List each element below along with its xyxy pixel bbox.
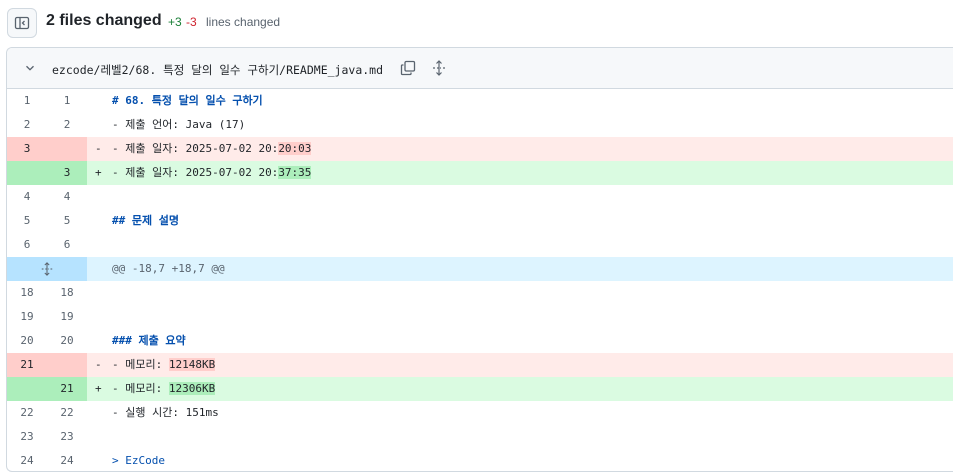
old-line-number <box>7 377 47 401</box>
code-line: - 제출 일자: 2025-07-02 20:37:35 <box>112 161 312 185</box>
new-line-number[interactable]: 23 <box>47 425 87 449</box>
new-line-number[interactable]: 24 <box>47 449 87 471</box>
diff-row: 5 5 ## 문제 설명 <box>7 209 953 233</box>
old-line-number[interactable]: 24 <box>7 449 47 471</box>
code-line: > EzCode <box>112 449 165 471</box>
code-line: ## 문제 설명 <box>112 209 179 233</box>
diff-row: 2 2 - 제출 언어: Java (17) <box>7 113 953 137</box>
files-changed-title: 2 files changed <box>46 12 162 29</box>
file-diff: ezcode/레벨2/68. 특정 달의 일수 구하기/README_java.… <box>6 47 953 472</box>
code-line: ### 제출 요약 <box>112 329 186 353</box>
unfold-icon <box>41 262 53 276</box>
diff-row: 24 24 > EzCode <box>7 449 953 471</box>
code-text: - 제출 일자: 2025-07-02 20: <box>112 142 279 155</box>
old-line-number[interactable]: 3 <box>7 137 47 161</box>
code-line: - 제출 일자: 2025-07-02 20:20:03 <box>112 137 312 161</box>
diff-row: 20 20 ### 제출 요약 <box>7 329 953 353</box>
deleted-word: 12148KB <box>168 358 216 371</box>
new-line-number[interactable]: 18 <box>47 281 87 305</box>
hunk-header-row: @@ -18,7 +18,7 @@ <box>7 257 953 281</box>
diff-row-deleted: 21 - - 메모리: 12148KB <box>7 353 953 377</box>
heading-text: ## 문제 설명 <box>112 214 179 227</box>
diff-marker: - <box>95 142 102 155</box>
heading-text: # 68. 특정 달의 일수 구하기 <box>112 94 263 107</box>
diff-row-deleted: 3 - - 제출 일자: 2025-07-02 20:20:03 <box>7 137 953 161</box>
copy-icon[interactable] <box>400 60 416 76</box>
deleted-word: 20:03 <box>278 142 312 155</box>
diff-row: 6 6 <box>7 233 953 257</box>
old-line-number[interactable]: 2 <box>7 113 47 137</box>
old-line-number[interactable]: 6 <box>7 233 47 257</box>
old-line-number[interactable]: 23 <box>7 425 47 449</box>
new-line-number[interactable]: 1 <box>47 89 87 113</box>
code-text: - 제출 일자: 2025-07-02 20: <box>112 166 279 179</box>
diff-marker: - <box>95 358 102 371</box>
old-line-number[interactable]: 18 <box>7 281 47 305</box>
file-path[interactable]: ezcode/레벨2/68. 특정 달의 일수 구하기/README_java.… <box>52 62 383 78</box>
code-line: - 제출 언어: Java (17) <box>112 118 246 131</box>
diff-row: 22 22 - 실행 시간: 151ms <box>7 401 953 425</box>
sidebar-panel-icon <box>14 16 30 30</box>
diff-row: 18 18 <box>7 281 953 305</box>
new-line-number[interactable]: 4 <box>47 185 87 209</box>
diff-row: 19 19 <box>7 305 953 329</box>
old-line-number[interactable]: 20 <box>7 329 47 353</box>
expand-hunk-button[interactable] <box>7 257 87 281</box>
sidebar-toggle-button[interactable] <box>7 8 37 38</box>
diff-table: 1 1 # 68. 특정 달의 일수 구하기 2 2 - 제출 언어: Java… <box>7 89 953 471</box>
code-text: - 메모리: <box>112 382 169 395</box>
new-line-number <box>47 137 87 161</box>
diff-marker: + <box>95 382 102 395</box>
diff-toolbar: 2 files changed +3 -3 lines changed <box>0 0 953 46</box>
additions-count: +3 <box>168 15 182 29</box>
new-line-number[interactable]: 6 <box>47 233 87 257</box>
diff-marker: + <box>95 166 102 179</box>
hunk-header: @@ -18,7 +18,7 @@ <box>112 262 225 275</box>
old-line-number <box>7 161 47 185</box>
lines-changed-label: lines changed <box>206 15 281 29</box>
added-word: 12306KB <box>168 382 216 395</box>
code-line: # 68. 특정 달의 일수 구하기 <box>112 89 263 113</box>
old-line-number[interactable]: 1 <box>7 89 47 113</box>
file-header: ezcode/레벨2/68. 특정 달의 일수 구하기/README_java.… <box>7 48 953 89</box>
old-line-number[interactable]: 5 <box>7 209 47 233</box>
chevron-down-icon[interactable] <box>23 61 37 75</box>
code-line: - 실행 시간: 151ms <box>112 406 219 419</box>
old-line-number[interactable]: 22 <box>7 401 47 425</box>
deletions-count: -3 <box>186 15 197 29</box>
new-line-number[interactable]: 20 <box>47 329 87 353</box>
new-line-number[interactable]: 5 <box>47 209 87 233</box>
code-line: - 메모리: 12148KB <box>112 353 216 377</box>
diff-row-added: 21 + - 메모리: 12306KB <box>7 377 953 401</box>
added-word: 37:35 <box>278 166 312 179</box>
new-line-number[interactable]: 19 <box>47 305 87 329</box>
code-text: - 메모리: <box>112 358 169 371</box>
new-line-number[interactable]: 3 <box>47 161 87 185</box>
diff-row: 4 4 <box>7 185 953 209</box>
code-line: - 메모리: 12306KB <box>112 377 216 401</box>
new-line-number[interactable]: 21 <box>47 377 87 401</box>
old-line-number[interactable]: 4 <box>7 185 47 209</box>
diff-row: 1 1 # 68. 특정 달의 일수 구하기 <box>7 89 953 113</box>
old-line-number[interactable]: 21 <box>7 353 47 377</box>
old-line-number[interactable]: 19 <box>7 305 47 329</box>
diff-row-added: 3 + - 제출 일자: 2025-07-02 20:37:35 <box>7 161 953 185</box>
unfold-icon[interactable] <box>431 60 447 76</box>
new-line-number[interactable]: 2 <box>47 113 87 137</box>
heading-text: ### 제출 요약 <box>112 334 186 347</box>
new-line-number <box>47 353 87 377</box>
code-link-text: > EzCode <box>112 454 165 467</box>
diff-row: 23 23 <box>7 425 953 449</box>
new-line-number[interactable]: 22 <box>47 401 87 425</box>
